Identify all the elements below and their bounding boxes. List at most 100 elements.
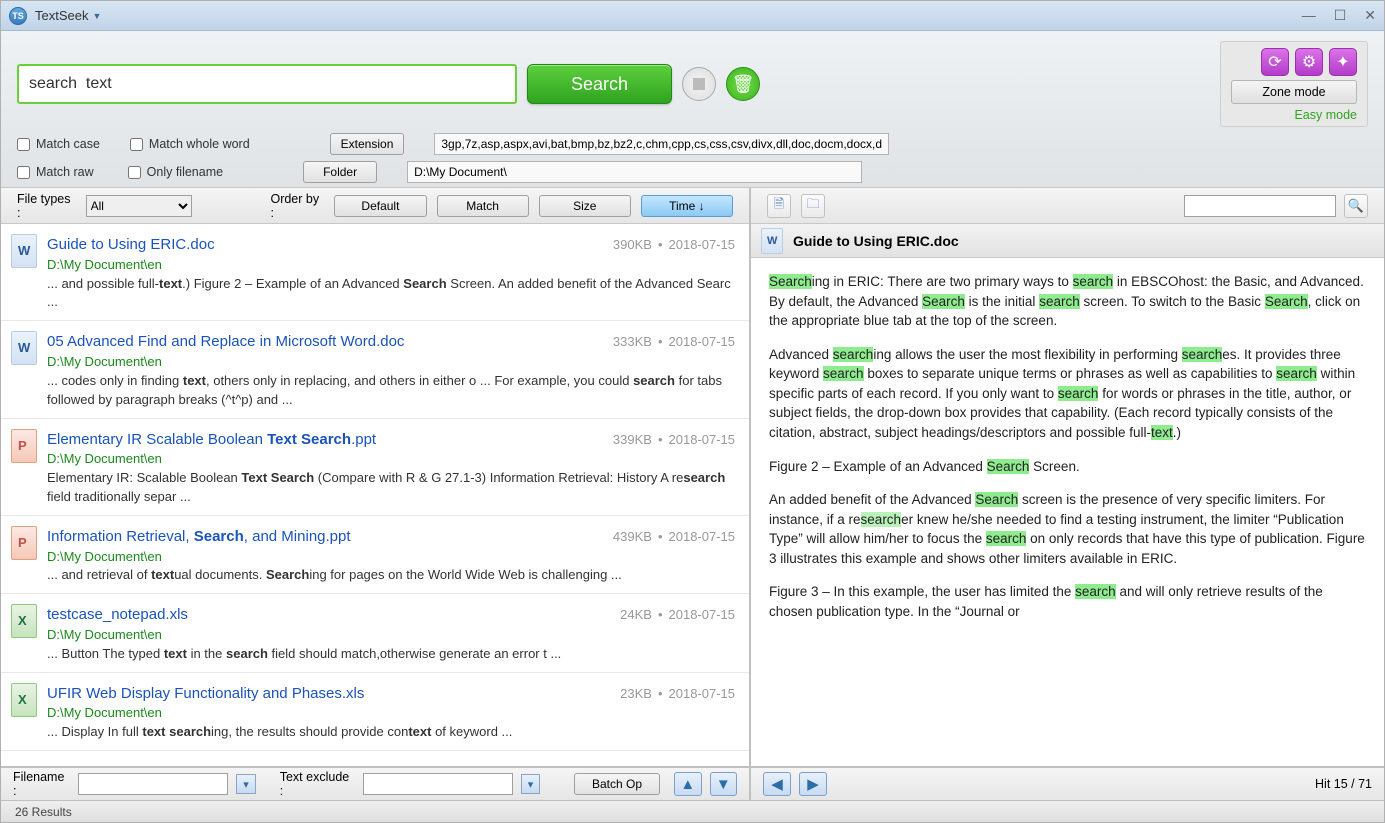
- result-snippet: ... Button The typed text in the search …: [47, 645, 735, 664]
- match-raw-checkbox[interactable]: Match raw: [17, 165, 94, 179]
- preview-doc-icon: [761, 228, 783, 254]
- result-meta: 339KB•2018-07-15: [613, 431, 735, 450]
- result-meta: 24KB•2018-07-15: [620, 606, 735, 625]
- preview-body[interactable]: Searching in ERIC: There are two primary…: [751, 258, 1384, 766]
- app-title: TextSeek: [35, 8, 88, 23]
- filename-filter-input[interactable]: [78, 773, 228, 795]
- result-path: D:\My Document\en: [47, 704, 735, 723]
- result-snippet: Elementary IR: Scalable Boolean Text Sea…: [47, 469, 735, 507]
- result-meta: 390KB•2018-07-15: [613, 236, 735, 255]
- result-item[interactable]: 05 Advanced Find and Replace in Microsof…: [1, 321, 749, 418]
- match-whole-checkbox[interactable]: Match whole word: [130, 137, 250, 151]
- result-item[interactable]: Guide to Using ERIC.doc 390KB•2018-07-15…: [1, 224, 749, 321]
- exclude-filter-input[interactable]: [363, 773, 513, 795]
- search-input[interactable]: [17, 64, 517, 104]
- refresh-icon[interactable]: ⟳: [1261, 48, 1289, 76]
- mode-panel: ⟳ ⚙ ✦ Zone mode Easy mode: [1220, 41, 1368, 127]
- result-title[interactable]: testcase_notepad.xls: [47, 604, 188, 626]
- file-icon: [11, 604, 37, 638]
- results-list[interactable]: Guide to Using ERIC.doc 390KB•2018-07-15…: [1, 224, 749, 766]
- preview-toolbar: 🗎 🗀 🔍: [751, 188, 1384, 224]
- exclude-filter-label: Text exclude :: [280, 770, 355, 798]
- titlebar: TS TextSeek ▼ — ☐ ✕: [1, 1, 1384, 31]
- preview-paragraph: Advanced searching allows the user the m…: [769, 345, 1366, 443]
- file-icon: [11, 683, 37, 717]
- status-bar: 26 Results: [1, 800, 1384, 822]
- result-path: D:\My Document\en: [47, 626, 735, 645]
- only-filename-checkbox[interactable]: Only filename: [128, 165, 223, 179]
- app-menu-dropdown-icon[interactable]: ▼: [92, 11, 101, 21]
- clear-button[interactable]: 🗑: [726, 67, 760, 101]
- result-snippet: ... Display In full text searching, the …: [47, 723, 735, 742]
- result-title[interactable]: Information Retrieval, Search, and Minin…: [47, 526, 351, 548]
- zone-mode-button[interactable]: Zone mode: [1231, 80, 1357, 104]
- batch-op-button[interactable]: Batch Op: [574, 773, 660, 795]
- status-text: 26 Results: [15, 805, 72, 819]
- preview-search-input[interactable]: [1184, 195, 1336, 217]
- result-path: D:\My Document\en: [47, 548, 735, 567]
- result-title[interactable]: UFIR Web Display Functionality and Phase…: [47, 683, 364, 705]
- minimize-icon[interactable]: —: [1302, 7, 1316, 24]
- results-down-button[interactable]: ▼: [710, 772, 738, 796]
- extension-button[interactable]: Extension: [330, 133, 405, 155]
- file-types-label: File types :: [17, 192, 76, 220]
- trash-icon: 🗑: [732, 74, 755, 95]
- results-filter-bar: File types : All Order by : Default Matc…: [1, 188, 749, 224]
- folder-button[interactable]: Folder: [303, 161, 377, 183]
- preview-paragraph: An added benefit of the Advanced Search …: [769, 490, 1366, 568]
- result-item[interactable]: Elementary IR Scalable Boolean Text Sear…: [1, 419, 749, 516]
- results-up-button[interactable]: ▲: [674, 772, 702, 796]
- result-meta: 23KB•2018-07-15: [620, 685, 735, 704]
- preview-paragraph: Searching in ERIC: There are two primary…: [769, 272, 1366, 331]
- file-icon: [11, 429, 37, 463]
- result-title[interactable]: Elementary IR Scalable Boolean Text Sear…: [47, 429, 376, 451]
- match-case-checkbox[interactable]: Match case: [17, 137, 100, 151]
- result-snippet: ... and possible full-text.) Figure 2 – …: [47, 275, 735, 313]
- result-path: D:\My Document\en: [47, 256, 735, 275]
- doc-view-icon[interactable]: 🗎: [767, 194, 791, 218]
- preview-header: Guide to Using ERIC.doc: [751, 224, 1384, 258]
- result-snippet: ... codes only in finding text, others o…: [47, 372, 735, 410]
- sort-default-button[interactable]: Default: [334, 195, 426, 217]
- extension-field[interactable]: [434, 133, 889, 155]
- app-logo: TS: [9, 7, 27, 25]
- results-bottom-bar: Filename : ▾ Text exclude : ▾ Batch Op ▲…: [1, 766, 749, 800]
- maximize-icon[interactable]: ☐: [1334, 7, 1347, 24]
- sort-match-button[interactable]: Match: [437, 195, 529, 217]
- stop-icon: [693, 78, 705, 90]
- result-meta: 333KB•2018-07-15: [613, 333, 735, 352]
- file-types-select[interactable]: All: [86, 195, 193, 217]
- search-button[interactable]: Search: [527, 64, 672, 104]
- filename-filter-dropdown-icon[interactable]: ▾: [236, 774, 256, 794]
- folder-view-icon[interactable]: 🗀: [801, 194, 825, 218]
- preview-search-icon[interactable]: 🔍: [1344, 194, 1368, 218]
- exclude-filter-dropdown-icon[interactable]: ▾: [521, 774, 541, 794]
- hit-next-button[interactable]: ▶: [799, 772, 827, 796]
- easy-mode-link[interactable]: Easy mode: [1294, 108, 1357, 122]
- hit-prev-button[interactable]: ◀: [763, 772, 791, 796]
- result-title[interactable]: Guide to Using ERIC.doc: [47, 234, 215, 256]
- settings-icon[interactable]: ⚙: [1295, 48, 1323, 76]
- file-icon: [11, 526, 37, 560]
- close-icon[interactable]: ✕: [1364, 7, 1376, 24]
- preview-bottom-bar: ◀ ▶ Hit 15 / 71: [751, 766, 1384, 800]
- result-item[interactable]: UFIR Web Display Functionality and Phase…: [1, 673, 749, 751]
- filename-filter-label: Filename :: [13, 770, 70, 798]
- result-item[interactable]: testcase_notepad.xls 24KB•2018-07-15 D:\…: [1, 594, 749, 672]
- hit-counter: Hit 15 / 71: [1315, 777, 1372, 791]
- folder-field[interactable]: [407, 161, 862, 183]
- search-area: Search 🗑 ⟳ ⚙ ✦ Zone mode Easy mode Match…: [1, 31, 1384, 188]
- preview-paragraph: Figure 2 – Example of an Advanced Search…: [769, 457, 1366, 477]
- preview-paragraph: Figure 3 – In this example, the user has…: [769, 582, 1366, 621]
- preview-title: Guide to Using ERIC.doc: [793, 233, 959, 249]
- result-snippet: ... and retrieval of textual documents. …: [47, 566, 735, 585]
- file-icon: [11, 331, 37, 365]
- tag-icon[interactable]: ✦: [1329, 48, 1357, 76]
- result-title[interactable]: 05 Advanced Find and Replace in Microsof…: [47, 331, 404, 353]
- stop-button[interactable]: [682, 67, 716, 101]
- sort-size-button[interactable]: Size: [539, 195, 631, 217]
- sort-time-button[interactable]: Time ↓: [641, 195, 733, 217]
- result-meta: 439KB•2018-07-15: [613, 528, 735, 547]
- file-icon: [11, 234, 37, 268]
- result-item[interactable]: Information Retrieval, Search, and Minin…: [1, 516, 749, 594]
